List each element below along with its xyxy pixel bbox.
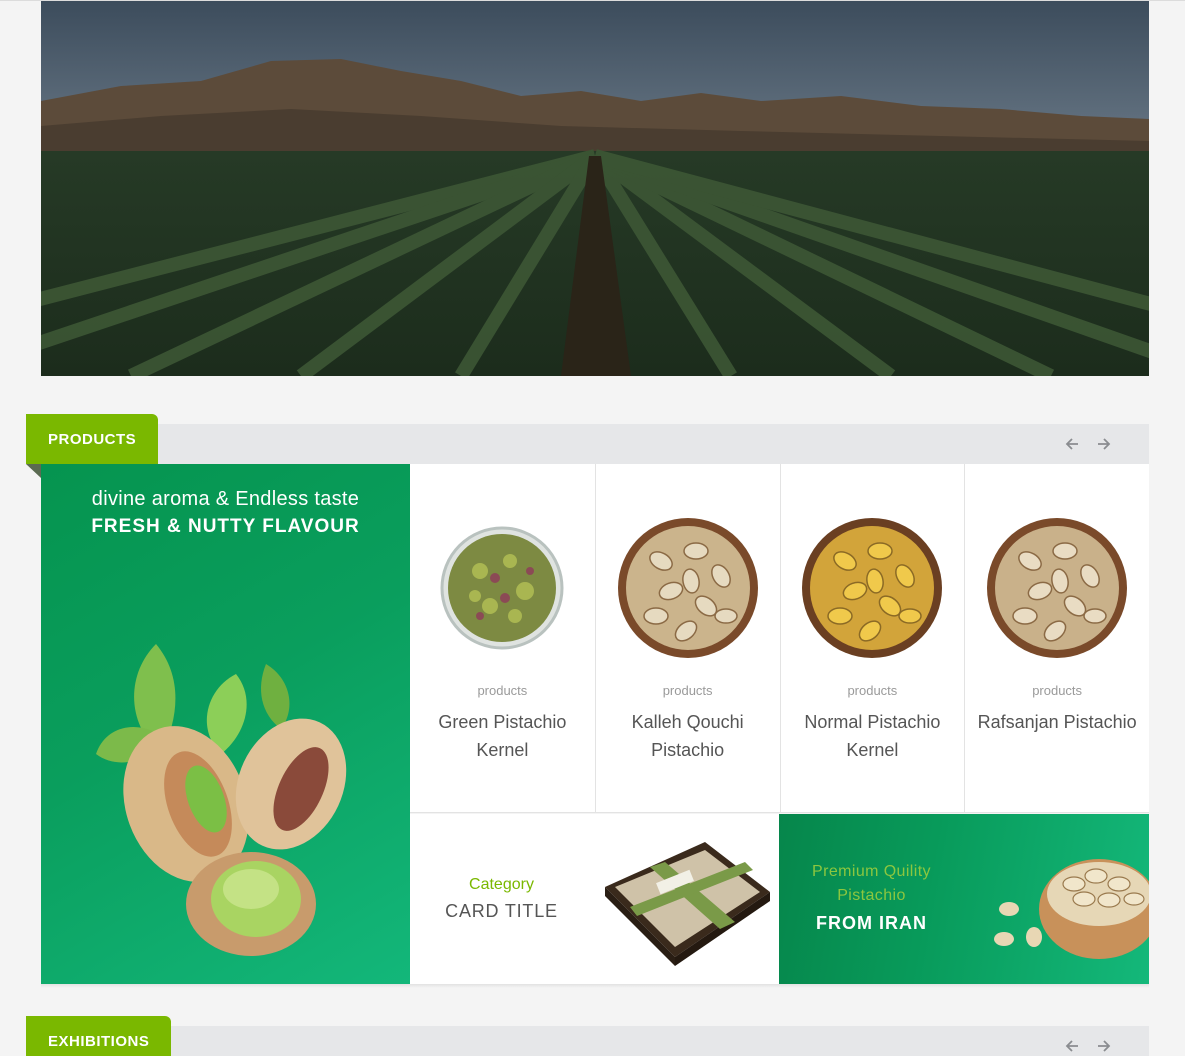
pistachio-bowl-image xyxy=(987,518,1128,658)
product-card-normal-pistachio-kernel[interactable]: products Normal Pistachio Kernel xyxy=(779,464,965,813)
promo-title: FRESH & NUTTY FLAVOUR xyxy=(91,516,360,537)
green-kernel-bowl-image xyxy=(440,526,564,650)
promo-panel: divine aroma & Endless taste FRESH & NUT… xyxy=(41,464,410,984)
product-category: products xyxy=(477,683,528,698)
arrow-left-icon[interactable] xyxy=(1063,1037,1081,1055)
premium-banner[interactable]: Premium Quility Pistachio FROM IRAN xyxy=(779,814,1149,984)
exhibitions-section-bar xyxy=(41,1026,1149,1056)
promo-subtitle: divine aroma & Endless taste xyxy=(91,488,360,510)
gift-box-image xyxy=(605,842,770,966)
premium-line1: Premium Quility xyxy=(812,863,931,880)
arrow-right-icon[interactable] xyxy=(1095,1037,1113,1055)
products-section-bar xyxy=(41,424,1149,464)
hero-image xyxy=(41,1,1149,376)
product-name[interactable]: Rafsanjan Pistachio xyxy=(975,708,1139,736)
category-card[interactable]: Category CARD TITLE xyxy=(410,814,779,984)
product-category: products xyxy=(847,683,898,698)
product-card-green-pistachio-kernel[interactable]: products Green Pistachio Kernel xyxy=(410,464,595,813)
product-card-kalleh-qouchi-pistachio[interactable]: products Kalleh Qouchi Pistachio xyxy=(594,464,780,813)
product-card-rafsanjan-pistachio[interactable]: products Rafsanjan Pistachio xyxy=(964,464,1149,813)
card-category-label: Category xyxy=(469,876,534,893)
arrow-left-icon[interactable] xyxy=(1063,435,1081,453)
premium-line3: FROM IRAN xyxy=(816,913,927,933)
product-name[interactable]: Kalleh Qouchi Pistachio xyxy=(606,708,770,764)
pistachio-bowl-side-image xyxy=(994,859,1149,959)
exhibitions-carousel-nav xyxy=(1063,1037,1113,1055)
pistachio-leaves-image xyxy=(96,644,347,956)
panel-shadow xyxy=(41,984,1149,988)
products-carousel-nav xyxy=(1063,435,1113,453)
golden-pistachio-bowl-image xyxy=(802,518,943,658)
arrow-right-icon[interactable] xyxy=(1095,435,1113,453)
product-category: products xyxy=(1032,683,1083,698)
products-grid: products Green Pistachio Kernel products… xyxy=(410,464,1149,813)
tab-fold xyxy=(26,464,41,478)
products-tab[interactable]: PRODUCTS xyxy=(26,414,159,464)
hero-banner xyxy=(41,1,1149,376)
pistachio-bowl-image xyxy=(617,518,758,658)
product-name[interactable]: Green Pistachio Kernel xyxy=(420,708,585,764)
premium-line2: Pistachio xyxy=(837,887,906,904)
product-category: products xyxy=(662,683,713,698)
product-name[interactable]: Normal Pistachio Kernel xyxy=(791,708,955,764)
exhibitions-tab[interactable]: EXHIBITIONS xyxy=(26,1016,172,1056)
card-title[interactable]: CARD TITLE xyxy=(410,901,593,922)
